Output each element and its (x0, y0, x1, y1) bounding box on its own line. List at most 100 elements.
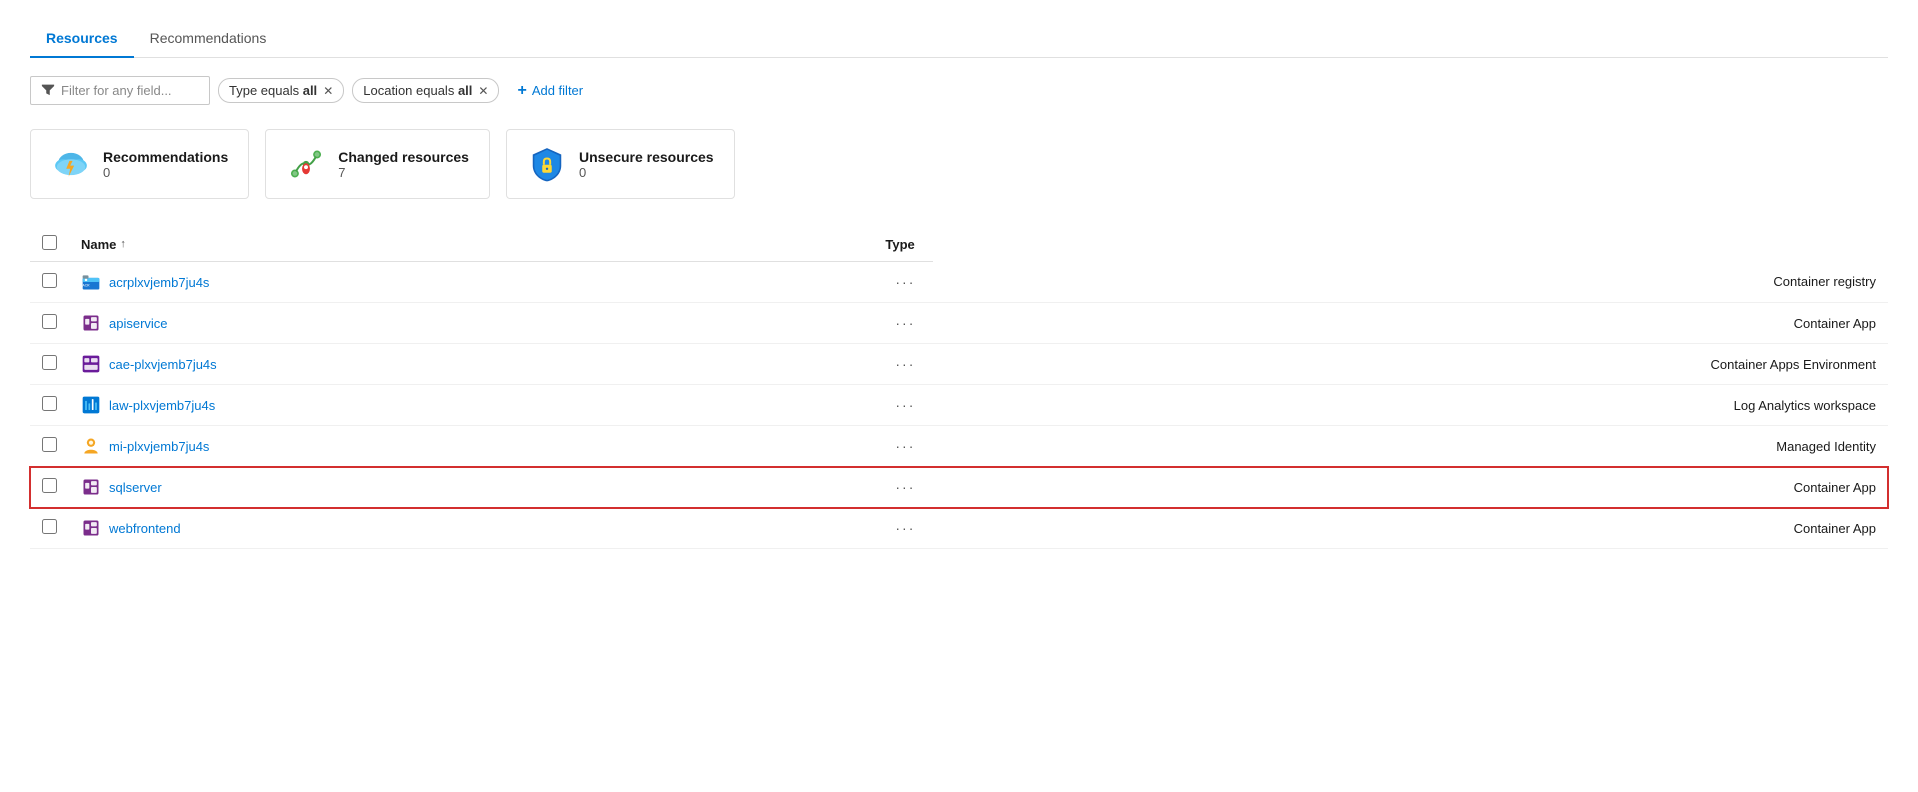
icon-container-app (81, 518, 101, 538)
changed-resources-card-title: Changed resources (338, 149, 469, 165)
svg-text:ACR: ACR (82, 284, 90, 288)
row-more-cell: ··· (873, 344, 933, 385)
header-type: Type (873, 227, 933, 262)
changed-resources-card-icon (286, 144, 326, 184)
row-more-cell: ··· (873, 385, 933, 426)
icon-container-registry: ACR (81, 272, 101, 292)
resource-table: Name ↑ Type ACR acrplxvjemb7ju4s ··· Conta… (30, 227, 1888, 549)
recommendations-card-icon (51, 144, 91, 184)
filter-icon (41, 82, 55, 99)
add-filter-label: Add filter (532, 83, 583, 98)
row-name-cell: law-plxvjemb7ju4s (69, 385, 873, 426)
row-type-cell: Container registry (933, 262, 1888, 303)
resource-name-link[interactable]: sqlserver (109, 480, 162, 495)
row-name-cell: mi-plxvjemb7ju4s (69, 426, 873, 467)
summary-cards: Recommendations 0 Changed resources 7 (30, 129, 1888, 199)
type-filter-chip[interactable]: Type equals all ✕ (218, 78, 344, 103)
row-more-cell: ··· (873, 508, 933, 549)
type-filter-close[interactable]: ✕ (323, 85, 333, 97)
row-type-cell: Container App (933, 303, 1888, 344)
row-more-button[interactable]: ··· (889, 436, 921, 456)
tab-recommendations[interactable]: Recommendations (134, 20, 283, 58)
row-more-button[interactable]: ··· (889, 477, 921, 497)
row-more-button[interactable]: ··· (889, 313, 921, 333)
unsecure-resources-card-count: 0 (579, 165, 714, 180)
row-more-cell: ··· (873, 262, 933, 303)
row-checkbox[interactable] (42, 396, 57, 411)
row-checkbox-cell (30, 344, 69, 385)
icon-container-app-env (81, 354, 101, 374)
header-name[interactable]: Name ↑ (69, 227, 873, 262)
filter-placeholder: Filter for any field... (61, 83, 172, 98)
icon-managed-identity (81, 436, 101, 456)
row-name-cell: sqlserver (69, 467, 873, 508)
resource-name-link[interactable]: webfrontend (109, 521, 181, 536)
plus-icon: + (517, 82, 526, 100)
row-checkbox-cell (30, 303, 69, 344)
sort-asc-icon: ↑ (120, 238, 126, 250)
table-row: sqlserver ··· Container App (30, 467, 1888, 508)
header-checkbox-cell (30, 227, 69, 262)
row-type-cell: Container App (933, 467, 1888, 508)
icon-container-app (81, 313, 101, 333)
table-row: webfrontend ··· Container App (30, 508, 1888, 549)
changed-resources-card-count: 7 (338, 165, 469, 180)
icon-log-analytics (81, 395, 101, 415)
select-all-checkbox[interactable] (42, 235, 57, 250)
row-more-button[interactable]: ··· (889, 518, 921, 538)
row-checkbox[interactable] (42, 478, 57, 493)
add-filter-button[interactable]: + Add filter (507, 78, 593, 104)
row-checkbox[interactable] (42, 519, 57, 534)
row-checkbox-cell (30, 508, 69, 549)
resource-name-link[interactable]: acrplxvjemb7ju4s (109, 275, 209, 290)
tab-resources[interactable]: Resources (30, 20, 134, 58)
row-type-cell: Container App (933, 508, 1888, 549)
changed-resources-summary-card[interactable]: Changed resources 7 (265, 129, 490, 199)
location-filter-close[interactable]: ✕ (478, 85, 488, 97)
resource-name-link[interactable]: cae-plxvjemb7ju4s (109, 357, 217, 372)
row-checkbox[interactable] (42, 355, 57, 370)
row-type-cell: Managed Identity (933, 426, 1888, 467)
table-row: ACR acrplxvjemb7ju4s ··· Container registr… (30, 262, 1888, 303)
row-checkbox[interactable] (42, 273, 57, 288)
row-checkbox-cell (30, 426, 69, 467)
row-type-cell: Container Apps Environment (933, 344, 1888, 385)
row-more-cell: ··· (873, 426, 933, 467)
name-column-label: Name (81, 237, 116, 252)
tabs-bar: Resources Recommendations (30, 20, 1888, 58)
table-row: mi-plxvjemb7ju4s ··· Managed Identity (30, 426, 1888, 467)
filter-bar: Filter for any field... Type equals all … (30, 76, 1888, 105)
table-row: law-plxvjemb7ju4s ··· Log Analytics worksp… (30, 385, 1888, 426)
unsecure-resources-card-title: Unsecure resources (579, 149, 714, 165)
row-name-cell: webfrontend (69, 508, 873, 549)
resource-name-link[interactable]: apiservice (109, 316, 168, 331)
recommendations-card-text: Recommendations 0 (103, 149, 228, 180)
row-more-button[interactable]: ··· (889, 354, 921, 374)
row-checkbox[interactable] (42, 437, 57, 452)
row-more-cell: ··· (873, 303, 933, 344)
row-name-cell: cae-plxvjemb7ju4s (69, 344, 873, 385)
row-more-button[interactable]: ··· (889, 395, 921, 415)
filter-input[interactable]: Filter for any field... (30, 76, 210, 105)
resource-name-link[interactable]: mi-plxvjemb7ju4s (109, 439, 209, 454)
type-filter-label: Type equals all (229, 83, 317, 98)
location-filter-chip[interactable]: Location equals all ✕ (352, 78, 499, 103)
icon-container-app (81, 477, 101, 497)
table-row: cae-plxvjemb7ju4s ··· Container Apps Envir… (30, 344, 1888, 385)
unsecure-resources-summary-card[interactable]: Unsecure resources 0 (506, 129, 735, 199)
recommendations-card-title: Recommendations (103, 149, 228, 165)
resource-name-link[interactable]: law-plxvjemb7ju4s (109, 398, 215, 413)
row-checkbox-cell (30, 467, 69, 508)
unsecure-resources-card-icon (527, 144, 567, 184)
recommendations-card-count: 0 (103, 165, 228, 180)
row-checkbox-cell (30, 385, 69, 426)
row-more-button[interactable]: ··· (889, 272, 921, 292)
recommendations-summary-card[interactable]: Recommendations 0 (30, 129, 249, 199)
row-name-cell: apiservice (69, 303, 873, 344)
table-row: apiservice ··· Container App (30, 303, 1888, 344)
row-type-cell: Log Analytics workspace (933, 385, 1888, 426)
changed-resources-card-text: Changed resources 7 (338, 149, 469, 180)
row-more-cell: ··· (873, 467, 933, 508)
row-checkbox[interactable] (42, 314, 57, 329)
location-filter-label: Location equals all (363, 83, 472, 98)
